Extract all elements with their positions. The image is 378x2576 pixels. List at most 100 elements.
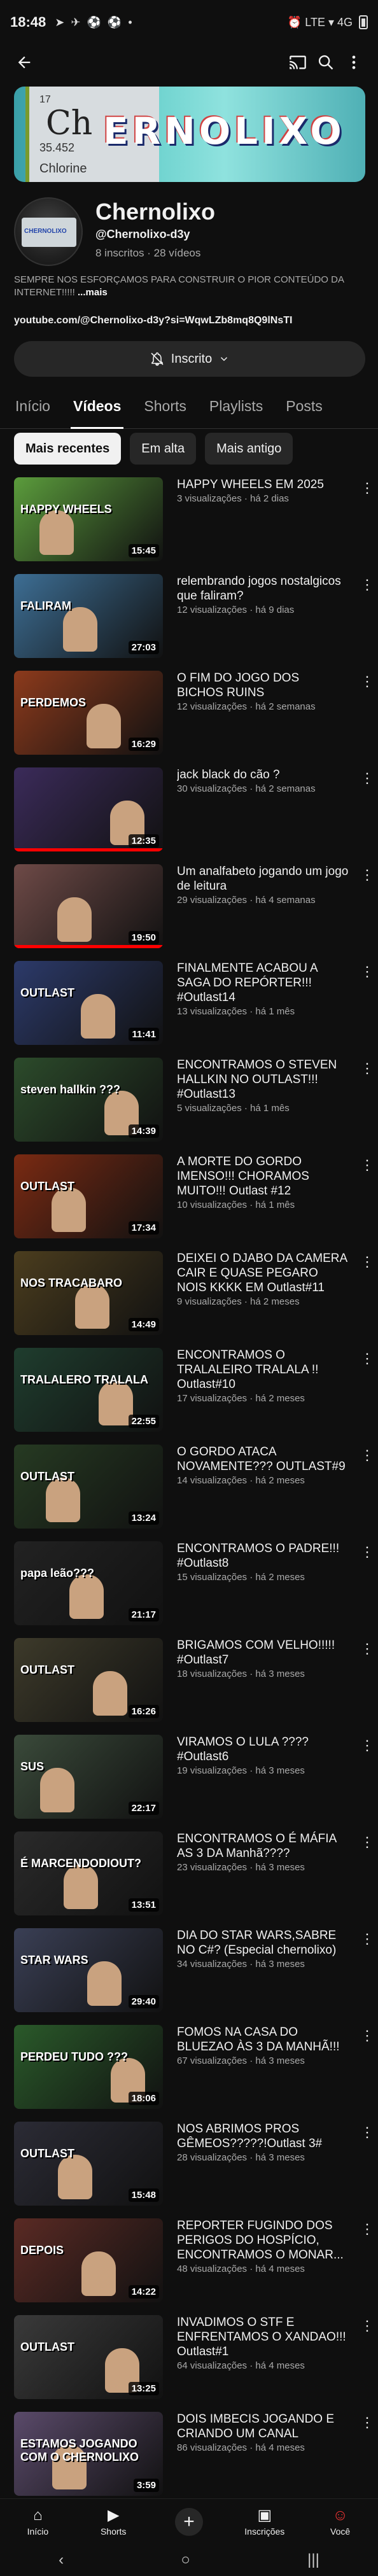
video-thumbnail[interactable]: steven hallkin ??? 14:39 <box>14 1058 163 1142</box>
video-title[interactable]: NOS ABRIMOS PROS GÊMEOS?????!Outlast 3# <box>177 2122 349 2151</box>
video-thumbnail[interactable]: NOS TRACABARO 14:49 <box>14 1251 163 1335</box>
video-row[interactable]: TRALALERO TRALALA 22:55 ENCONTRAMOS O TRAL… <box>0 1348 378 1445</box>
video-thumbnail[interactable]: OUTLAST 13:24 <box>14 1445 163 1529</box>
video-options-icon[interactable]: ⋮ <box>360 1544 374 1562</box>
nav-subscriptions[interactable]: ▣ Inscrições <box>227 2499 302 2544</box>
video-thumbnail[interactable]: OUTLAST 11:41 <box>14 961 163 1045</box>
video-thumbnail[interactable]: OUTLAST 16:26 <box>14 1638 163 1722</box>
video-row[interactable]: PERDEU TUDO ??? 18:06 FOMOS NA CASA DO BLU… <box>0 2025 378 2122</box>
video-row[interactable]: HAPPY WHEELS 15:45 HAPPY WHEELS EM 2025 3 v… <box>0 477 378 574</box>
video-options-icon[interactable]: ⋮ <box>360 1834 374 1852</box>
video-row[interactable]: OUTLAST 11:41 FINALMENTE ACABOU A SAGA DO … <box>0 961 378 1058</box>
video-row[interactable]: NOS TRACABARO 14:49 DEIXEI O DJABO DA CAME… <box>0 1251 378 1348</box>
video-row[interactable]: PERDEMOS 16:29 O FIM DO JOGO DOS BICHOS RU… <box>0 671 378 767</box>
video-options-icon[interactable]: ⋮ <box>360 1737 374 1755</box>
video-row[interactable]: DEPOIS 14:22 REPORTER FUGINDO DOS PERIGOS … <box>0 2218 378 2315</box>
video-title[interactable]: ENCONTRAMOS O TRALALEIRO TRALALA !! Outl… <box>177 1348 349 1392</box>
video-thumbnail[interactable]: TRALALERO TRALALA 22:55 <box>14 1348 163 1432</box>
video-options-icon[interactable]: ⋮ <box>360 1931 374 1949</box>
video-thumbnail[interactable]: SUS 22:17 <box>14 1735 163 1819</box>
video-options-icon[interactable]: ⋮ <box>360 963 374 981</box>
video-title[interactable]: VIRAMOS O LULA ???? #Outlast6 <box>177 1735 349 1764</box>
search-button[interactable] <box>312 48 340 76</box>
video-title[interactable]: DOIS IMBECIS JOGANDO E CRIANDO UM CANAL <box>177 2412 349 2441</box>
video-options-icon[interactable]: ⋮ <box>360 2318 374 2335</box>
video-options-icon[interactable]: ⋮ <box>360 867 374 885</box>
video-options-icon[interactable]: ⋮ <box>360 1254 374 1271</box>
video-options-icon[interactable]: ⋮ <box>360 2124 374 2142</box>
video-thumbnail[interactable]: É MARCENDODIOUT? 13:51 <box>14 1831 163 1915</box>
video-title[interactable]: jack black do cão ? <box>177 767 349 782</box>
video-title[interactable]: FOMOS NA CASA DO BLUEZAO ÀS 3 DA MANHÃ!!… <box>177 2025 349 2054</box>
video-title[interactable]: ENCONTRAMOS O STEVEN HALLKIN NO OUTLAST!… <box>177 1058 349 1102</box>
video-options-icon[interactable]: ⋮ <box>360 577 374 594</box>
video-title[interactable]: ENCONTRAMOS O É MÁFIA AS 3 DA Manhã???? <box>177 1831 349 1861</box>
video-thumbnail[interactable]: PERDEU TUDO ??? 18:06 <box>14 2025 163 2109</box>
tab-shorts[interactable]: Shorts <box>132 384 197 429</box>
video-thumbnail[interactable]: PERDEMOS 16:29 <box>14 671 163 755</box>
video-row[interactable]: É MARCENDODIOUT? 13:51 ENCONTRAMOS O É MÁF… <box>0 1831 378 1928</box>
video-row[interactable]: OUTLAST 13:25 INVADIMOS O STF E ENFRENTAMO… <box>0 2315 378 2412</box>
more-link[interactable]: ...mais <box>78 287 108 298</box>
video-row[interactable]: OUTLAST 13:24 O GORDO ATACA NOVAMENTE??? O… <box>0 1445 378 1541</box>
video-options-icon[interactable]: ⋮ <box>360 2414 374 2432</box>
system-back-icon[interactable]: ‹ <box>59 2551 64 2569</box>
video-row[interactable]: OUTLAST 17:34 A MORTE DO GORDO IMENSO!!! C… <box>0 1154 378 1251</box>
video-options-icon[interactable]: ⋮ <box>360 1447 374 1465</box>
video-row[interactable]: papa leão??? 21:17 ENCONTRAMOS O PADRE!!! … <box>0 1541 378 1638</box>
tab-playlists[interactable]: Playlists <box>198 384 274 429</box>
video-thumbnail[interactable]: 12:35 <box>14 767 163 851</box>
video-title[interactable]: A MORTE DO GORDO IMENSO!!! CHORAMOS MUIT… <box>177 1154 349 1198</box>
channel-description[interactable]: SEMPRE NOS ESFORÇAMOS PARA CONSTRUIR O P… <box>14 274 364 299</box>
back-button[interactable] <box>10 48 38 76</box>
subscribed-button[interactable]: Inscrito <box>14 341 365 377</box>
video-title[interactable]: BRIGAMOS COM VELHO!!!!! #Outlast7 <box>177 1638 349 1667</box>
video-title[interactable]: DIA DO STAR WARS,SABRE NO C#? (Especial … <box>177 1928 349 1957</box>
video-title[interactable]: REPORTER FUGINDO DOS PERIGOS DO HOSPÍCIO… <box>177 2218 349 2262</box>
system-home-icon[interactable]: ○ <box>181 2551 190 2569</box>
video-thumbnail[interactable]: 19:50 <box>14 864 163 948</box>
chip-latest[interactable]: Mais recentes <box>14 433 122 465</box>
video-title[interactable]: O FIM DO JOGO DOS BICHOS RUINS <box>177 671 349 700</box>
video-title[interactable]: O GORDO ATACA NOVAMENTE??? OUTLAST#9 <box>177 1445 349 1474</box>
video-title[interactable]: DEIXEI O DJABO DA CAMERA CAIR E QUASE PE… <box>177 1251 349 1295</box>
video-row[interactable]: OUTLAST 16:26 BRIGAMOS COM VELHO!!!!! #Out… <box>0 1638 378 1735</box>
video-row[interactable]: FALIRAM 27:03 relembrando jogos nostalgico… <box>0 574 378 671</box>
video-options-icon[interactable]: ⋮ <box>360 2221 374 2239</box>
nav-create[interactable]: + <box>151 2499 227 2544</box>
video-row[interactable]: STAR WARS 29:40 DIA DO STAR WARS,SABRE NO … <box>0 1928 378 2025</box>
cast-button[interactable] <box>284 48 312 76</box>
video-title[interactable]: HAPPY WHEELS EM 2025 <box>177 477 349 492</box>
video-row[interactable]: SUS 22:17 VIRAMOS O LULA ???? #Outlast6 19 … <box>0 1735 378 1831</box>
video-title[interactable]: relembrando jogos nostalgicos que falira… <box>177 574 349 603</box>
video-options-icon[interactable]: ⋮ <box>360 1641 374 1658</box>
nav-you[interactable]: ☺ Você <box>302 2499 378 2544</box>
video-row[interactable]: 19:50 Um analfabeto jogando um jogo de le… <box>0 864 378 961</box>
video-row[interactable]: 12:35 jack black do cão ? 30 visualizações… <box>0 767 378 864</box>
channel-link[interactable]: youtube.com/@Chernolixo-d3y?si=WqwLZb8mq… <box>14 315 292 326</box>
video-title[interactable]: ENCONTRAMOS O PADRE!!! #Outlast8 <box>177 1541 349 1571</box>
video-options-icon[interactable]: ⋮ <box>360 2027 374 2045</box>
video-thumbnail[interactable]: OUTLAST 17:34 <box>14 1154 163 1238</box>
video-thumbnail[interactable]: FALIRAM 27:03 <box>14 574 163 658</box>
video-thumbnail[interactable]: STAR WARS 29:40 <box>14 1928 163 2012</box>
nav-shorts[interactable]: ▶ Shorts <box>76 2499 151 2544</box>
video-thumbnail[interactable]: HAPPY WHEELS 15:45 <box>14 477 163 561</box>
video-options-icon[interactable]: ⋮ <box>360 1350 374 1368</box>
video-thumbnail[interactable]: ESTAMOS JOGANDO COM O CHERNOLIXO 3:59 <box>14 2412 163 2496</box>
video-thumbnail[interactable]: papa leão??? 21:17 <box>14 1541 163 1625</box>
channel-avatar[interactable] <box>14 197 83 266</box>
video-row[interactable]: steven hallkin ??? 14:39 ENCONTRAMOS O STE… <box>0 1058 378 1154</box>
video-thumbnail[interactable]: DEPOIS 14:22 <box>14 2218 163 2302</box>
video-thumbnail[interactable]: OUTLAST 15:48 <box>14 2122 163 2206</box>
video-title[interactable]: INVADIMOS O STF E ENFRENTAMOS O XANDAO!!… <box>177 2315 349 2359</box>
video-options-icon[interactable]: ⋮ <box>360 1157 374 1175</box>
more-options-button[interactable] <box>340 48 368 76</box>
tab-posts[interactable]: Posts <box>274 384 334 429</box>
video-title[interactable]: Um analfabeto jogando um jogo de leitura <box>177 864 349 893</box>
chip-popular[interactable]: Em alta <box>130 433 197 465</box>
video-options-icon[interactable]: ⋮ <box>360 1060 374 1078</box>
video-options-icon[interactable]: ⋮ <box>360 770 374 788</box>
video-title[interactable]: FINALMENTE ACABOU A SAGA DO REPÓRTER!!! … <box>177 961 349 1005</box>
video-thumbnail[interactable]: OUTLAST 13:25 <box>14 2315 163 2399</box>
